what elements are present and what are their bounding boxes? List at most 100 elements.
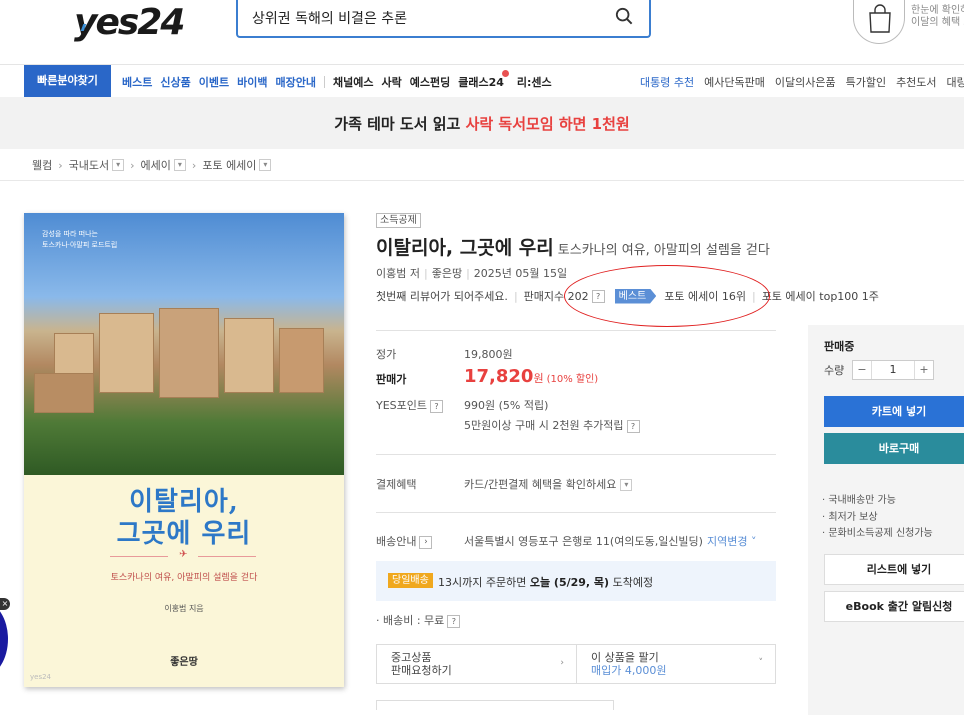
- payment-benefit-text: 카드/간편결제 혜택을 확인하세요: [464, 478, 617, 491]
- quantity-label: 수량: [824, 364, 845, 377]
- nav-item-event[interactable]: 이벤트: [199, 74, 229, 90]
- shipping-label: 배송안내 ›: [376, 533, 433, 549]
- cart-promo-line: 이달의 혜택 모: [911, 17, 964, 28]
- nav-item-sarak[interactable]: 사락: [381, 74, 401, 90]
- chevron-right-icon[interactable]: ›: [419, 535, 433, 549]
- rank-photo-essay[interactable]: 포토 에세이 16위: [664, 288, 746, 304]
- divider: [376, 454, 776, 455]
- shipping-fee-text: 배송비 : 무료: [383, 614, 445, 627]
- book-meta: 이홍범 저 | 좋은땅 | 2025년 05월 15일: [376, 265, 567, 281]
- banner-text: 가족 테마 도서 읽고 사락 독서모임 하면 1천원: [334, 113, 629, 134]
- help-icon[interactable]: ?: [447, 614, 461, 628]
- breadcrumb-essay[interactable]: 에세이: [141, 157, 171, 173]
- minus-button[interactable]: −: [853, 361, 871, 379]
- nav-item-yesfunding[interactable]: 예스펀딩: [410, 74, 450, 90]
- breadcrumb-home[interactable]: 웰컴: [32, 157, 52, 173]
- nav-item-recommend[interactable]: 추천도서: [896, 74, 936, 90]
- nav-item-exclusive[interactable]: 예사단독판매: [704, 74, 765, 90]
- nav-item-channelyes[interactable]: 채널예스: [333, 74, 373, 90]
- help-icon[interactable]: ?: [591, 289, 605, 303]
- chevron-down-icon[interactable]: ▾: [173, 159, 186, 171]
- floating-chat-widget[interactable]: [0, 602, 8, 676]
- book-subtitle: 토스카나의 여유, 아말피의 설렘을 걷다: [557, 243, 770, 258]
- cover-building: [224, 318, 274, 393]
- sales-index: 판매지수 202: [523, 290, 589, 303]
- chevron-right-icon: ›: [130, 158, 135, 172]
- banner-text-prefix: 가족 테마 도서 읽고: [334, 115, 461, 133]
- payment-label: 결제혜택: [376, 478, 417, 491]
- chevron-down-icon[interactable]: ▾: [259, 159, 272, 171]
- help-icon[interactable]: ?: [430, 399, 444, 413]
- cover-rule: [198, 556, 256, 557]
- sell-this-item[interactable]: 이 상품을 팔기 매입가 4,000원 ˅: [576, 645, 775, 683]
- breadcrumb-photo-essay[interactable]: 포토 에세이: [202, 157, 256, 173]
- help-icon[interactable]: ?: [626, 419, 640, 433]
- chevron-down-icon[interactable]: ▾: [620, 479, 633, 491]
- search-input[interactable]: 상위권 독해의 비결은 추론: [252, 8, 407, 28]
- airplane-icon: ✈: [179, 549, 188, 560]
- chevron-down-icon[interactable]: ▾: [112, 159, 125, 171]
- nav-item-gifts[interactable]: 이달의사은품: [775, 74, 836, 90]
- cover-building: [99, 313, 154, 393]
- shipping-address-text: 서울특별시 영등포구 은행로 11(여의도동,일신빌딩): [464, 535, 703, 548]
- nav-item-best[interactable]: 베스트: [122, 74, 152, 90]
- purchase-sidebar: 판매중 수량 − 1 + 카트에 넣기 바로구매 · 국내배송만 가능 · 최저…: [808, 325, 964, 715]
- cart-promo-text[interactable]: 한눈에 확인하 이달의 혜택 모: [911, 5, 964, 29]
- breadcrumb-domestic[interactable]: 국내도서: [69, 157, 109, 173]
- first-review-link[interactable]: 첫번째 리뷰어가 되어주세요.: [376, 288, 508, 304]
- nav-item-new[interactable]: 신상품: [160, 74, 190, 90]
- new-dot-icon: [501, 69, 509, 77]
- sell-item-line: 이 상품을 팔기: [591, 651, 659, 664]
- chevron-right-icon: ›: [191, 158, 197, 172]
- promo-banner[interactable]: 가족 테마 도서 읽고 사락 독서모임 하면 1천원: [0, 97, 964, 149]
- yes24-logo[interactable]: yes24: [74, 0, 185, 72]
- cover-tagline: 감성을 따라 떠나는 토스카나·아말피 로드트립: [42, 229, 117, 251]
- nav-item-president-pick[interactable]: 대통령 추천: [640, 74, 694, 90]
- rank-top100[interactable]: 포토 에세이 top100 1주: [762, 288, 879, 304]
- note-item-text: 문화비소득공제 신청가능: [828, 528, 933, 539]
- author-link[interactable]: 이홍범 저: [376, 267, 420, 280]
- cover-building: [159, 308, 219, 398]
- sale-price: 17,820원 (10% 할인): [464, 366, 598, 387]
- publisher-link[interactable]: 좋은땅: [432, 267, 462, 280]
- nav-item-license[interactable]: 리:센스: [517, 74, 552, 90]
- buyback-price: 매입가 4,000원: [591, 664, 667, 677]
- search-icon[interactable]: [615, 7, 633, 25]
- used-sell-box: 중고상품 판매요청하기 › 이 상품을 팔기 매입가 4,000원 ˅: [376, 644, 776, 684]
- quick-category-button[interactable]: 빠른분야찾기: [24, 65, 111, 98]
- meta-divider: |: [423, 267, 428, 280]
- add-to-cart-button[interactable]: 카트에 넣기: [824, 396, 964, 427]
- region-change-label: 지역변경: [706, 535, 748, 548]
- nav-item-buyback[interactable]: 바이백: [237, 74, 267, 90]
- quantity-stepper[interactable]: − 1 +: [852, 360, 934, 380]
- book-cover[interactable]: 감성을 따라 떠나는 토스카나·아말피 로드트립 이탈리아, 그곳에 우리 ✈ …: [24, 213, 344, 687]
- shipping-label-text: 배송안내: [376, 535, 417, 548]
- nav-item-bulk[interactable]: 대량: [947, 74, 964, 90]
- breadcrumb: 웰컴 › 국내도서 ▾ › 에세이 ▾ › 포토 에세이 ▾: [32, 156, 272, 174]
- cart-button[interactable]: [853, 0, 905, 44]
- ebook-alert-button[interactable]: eBook 출간 알림신청: [824, 591, 964, 622]
- plus-button[interactable]: +: [915, 361, 933, 379]
- list-price-label: 정가: [376, 348, 397, 361]
- close-icon[interactable]: ×: [0, 598, 10, 610]
- cover-photo: [24, 213, 344, 475]
- used-sell-line: 중고상품: [391, 651, 432, 664]
- region-change-link[interactable]: 지역변경 ˅: [707, 535, 756, 548]
- buy-now-button[interactable]: 바로구매: [824, 433, 964, 464]
- nav-item-sale[interactable]: 특가할인: [846, 74, 886, 90]
- note-item: · 최저가 보상: [822, 511, 878, 523]
- used-sell-request[interactable]: 중고상품 판매요청하기 ›: [377, 645, 576, 683]
- payment-benefit[interactable]: 카드/간편결제 혜택을 확인하세요 ▾: [464, 476, 633, 492]
- yes-point-label-text: YES포인트: [376, 399, 428, 412]
- same-day-delivery: 당일배송 13시까지 주문하면 오늘 (5/29, 목) 도착예정: [376, 561, 776, 601]
- nav-item-store[interactable]: 매장안내: [276, 74, 316, 90]
- search-box[interactable]: 상위권 독해의 비결은 추론: [236, 0, 651, 38]
- add-to-list-button[interactable]: 리스트에 넣기: [824, 554, 964, 585]
- nav-item-class24[interactable]: 클래스24: [458, 69, 509, 90]
- logo-accent-icon: [80, 0, 92, 72]
- delivery-date: 오늘 (5/29, 목): [529, 576, 610, 589]
- quantity-input[interactable]: 1: [871, 361, 915, 379]
- cover-author: 이홍범 지음: [164, 604, 204, 613]
- divider: [376, 512, 776, 513]
- sale-price-number: 17,820: [464, 366, 534, 387]
